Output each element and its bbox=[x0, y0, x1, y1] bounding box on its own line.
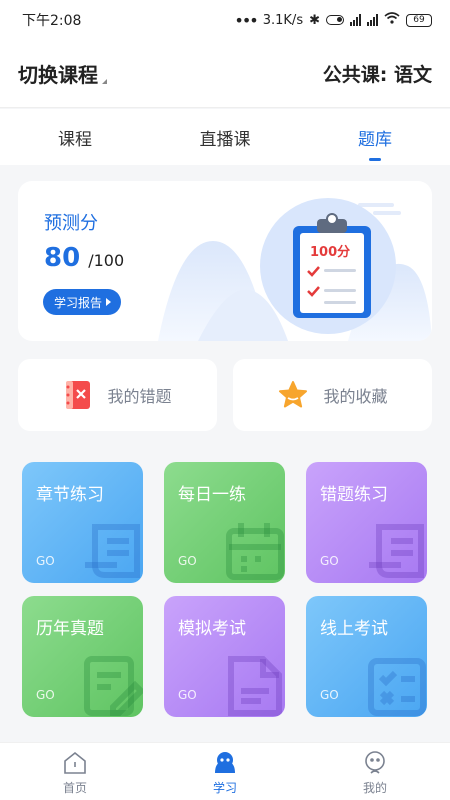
tile-label: 章节练习 bbox=[36, 485, 104, 505]
tile-go: GO bbox=[320, 688, 339, 702]
tile-go: GO bbox=[36, 554, 55, 568]
document-icon bbox=[228, 656, 282, 716]
toggle-icon bbox=[326, 15, 344, 25]
status-indicators: ••• 3.1K/s ✱ 69 bbox=[234, 11, 432, 30]
tab-label: 课程 bbox=[58, 129, 92, 150]
study-report-label: 学习报告 bbox=[54, 295, 103, 310]
mock-exam-tile[interactable]: 模拟考试 GO bbox=[164, 596, 285, 717]
tile-label: 历年真题 bbox=[36, 619, 104, 639]
tab-question-bank[interactable]: 题库 bbox=[300, 109, 450, 165]
tab-bar: 课程 直播课 题库 bbox=[0, 109, 450, 165]
bottom-navigation: 首页 学习 我的 bbox=[0, 742, 450, 800]
switch-course-button[interactable]: 切换课程 bbox=[18, 59, 107, 88]
edit-document-icon bbox=[84, 656, 143, 716]
score-value: 80 bbox=[44, 243, 81, 273]
daily-practice-tile[interactable]: 每日一练 GO bbox=[164, 462, 285, 583]
my-favorites-button[interactable]: 我的收藏 bbox=[233, 359, 432, 431]
nav-label: 学习 bbox=[212, 781, 237, 795]
play-arrow-icon bbox=[106, 298, 112, 306]
tile-go: GO bbox=[36, 688, 55, 702]
my-wrong-questions-label: 我的错题 bbox=[107, 387, 172, 406]
battery-icon: 69 bbox=[406, 13, 432, 27]
notebook-wrong-icon bbox=[66, 381, 91, 409]
tab-label: 直播课 bbox=[199, 129, 251, 150]
wifi-icon bbox=[384, 12, 400, 28]
nav-label: 我的 bbox=[362, 781, 387, 795]
tile-go: GO bbox=[178, 554, 197, 568]
study-report-button[interactable]: 学习报告 bbox=[43, 289, 122, 315]
nav-home[interactable]: 首页 bbox=[0, 743, 150, 800]
my-wrong-questions-button[interactable]: 我的错题 bbox=[18, 359, 217, 431]
more-dots-icon: ••• bbox=[234, 10, 258, 30]
status-time: 下午2:08 bbox=[22, 13, 82, 29]
predicted-score-card: 100分 预测分 80 /100 学习报告 bbox=[18, 181, 432, 341]
tab-label: 题库 bbox=[358, 129, 392, 150]
score-illustration: 100分 bbox=[158, 198, 432, 341]
home-icon bbox=[64, 751, 86, 774]
tile-label: 每日一练 bbox=[178, 485, 246, 505]
past-exams-tile[interactable]: 历年真题 GO bbox=[22, 596, 143, 717]
dropdown-corner-icon bbox=[102, 79, 107, 84]
tile-go: GO bbox=[320, 554, 339, 568]
tile-go: GO bbox=[178, 688, 197, 702]
checklist-icon bbox=[368, 658, 426, 716]
chapter-practice-tile[interactable]: 章节练习 GO bbox=[22, 462, 143, 583]
online-exam-tile[interactable]: 线上考试 GO bbox=[306, 596, 427, 717]
star-icon bbox=[279, 381, 308, 408]
score-badge-text: 100分 bbox=[310, 244, 350, 260]
cell-signal-2-icon bbox=[367, 14, 378, 26]
tile-label: 线上考试 bbox=[320, 619, 388, 639]
profile-icon bbox=[365, 751, 385, 774]
score-value-group: 80 /100 bbox=[44, 243, 124, 273]
nav-profile[interactable]: 我的 bbox=[300, 743, 450, 800]
scroll-book-icon bbox=[85, 524, 140, 578]
tile-label: 错题练习 bbox=[320, 485, 388, 505]
cell-signal-icon bbox=[350, 14, 361, 26]
current-course: 公共课: 语文 bbox=[322, 64, 432, 86]
score-max: /100 bbox=[88, 251, 125, 270]
my-favorites-label: 我的收藏 bbox=[323, 387, 388, 406]
tab-courses[interactable]: 课程 bbox=[0, 109, 150, 165]
net-speed: 3.1K/s bbox=[262, 12, 304, 28]
nav-label: 首页 bbox=[62, 781, 87, 795]
active-tab-indicator bbox=[369, 158, 381, 161]
tab-live[interactable]: 直播课 bbox=[150, 109, 300, 165]
calendar-icon bbox=[226, 523, 284, 580]
study-icon bbox=[215, 752, 235, 773]
tile-label: 模拟考试 bbox=[178, 619, 246, 639]
course-header: 切换课程 公共课: 语文 bbox=[0, 40, 450, 108]
status-bar: 下午2:08 ••• 3.1K/s ✱ 69 bbox=[0, 0, 450, 40]
score-title: 预测分 bbox=[44, 213, 98, 234]
nav-study[interactable]: 学习 bbox=[150, 743, 300, 800]
wrong-question-practice-tile[interactable]: 错题练习 GO bbox=[306, 462, 427, 583]
scroll-book-icon bbox=[369, 524, 424, 578]
bluetooth-icon: ✱ bbox=[309, 12, 320, 28]
switch-course-label: 切换课程 bbox=[18, 63, 98, 87]
